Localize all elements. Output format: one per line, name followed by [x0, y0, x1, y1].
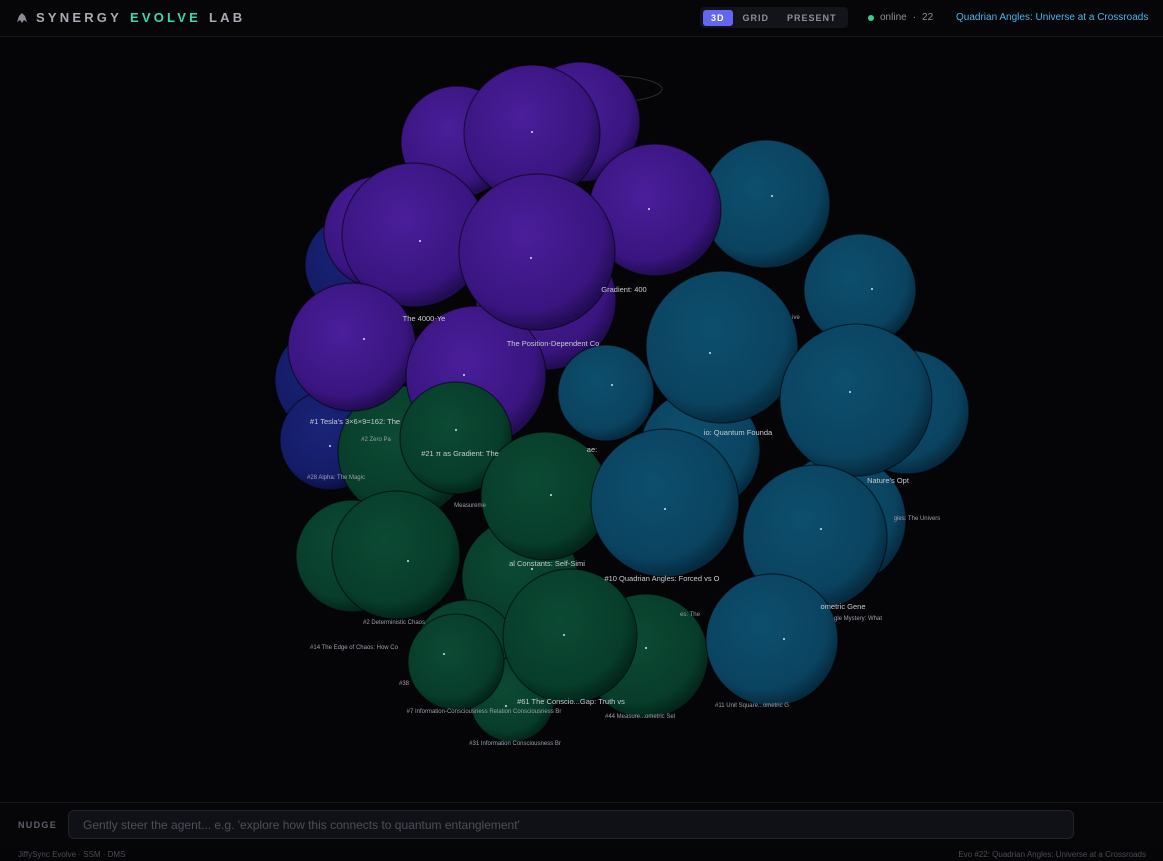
node-spark	[663, 507, 667, 511]
current-evolution-link[interactable]: Quadrian Angles: Universe at a Crossroad…	[956, 12, 1148, 23]
node-spark	[644, 646, 648, 650]
footer-current-evo: Evo #22: Quadrian Angles: Universe at a …	[958, 850, 1146, 859]
teal-node-sphere[interactable]	[557, 344, 655, 442]
node-label[interactable]: ometric Gene	[820, 602, 865, 611]
brand-word-3: LAB	[208, 10, 246, 25]
node-spark	[610, 383, 614, 387]
node-spark	[562, 633, 566, 637]
node-label[interactable]: gle Mystery: What	[834, 616, 882, 622]
node-label[interactable]: Gradient: 400	[601, 285, 646, 294]
node-label[interactable]: Nature's Opt	[867, 476, 910, 485]
evolution-count: 22	[922, 12, 934, 23]
purple-node-sphere[interactable]	[287, 282, 417, 412]
node-label[interactable]: The Position-Dependent Co	[507, 339, 600, 348]
brand-word-2: EVOLVE	[129, 10, 201, 25]
node-label[interactable]: ae:	[587, 445, 597, 454]
node-spark	[782, 637, 786, 641]
mode-grid-button[interactable]: GRID	[735, 10, 778, 26]
online-indicator-icon	[868, 14, 874, 21]
node-label[interactable]: es: The	[680, 612, 701, 618]
nudge-label: NUDGE	[18, 820, 58, 830]
mode-3d-button[interactable]: 3D	[703, 9, 733, 26]
nudge-input[interactable]	[68, 810, 1074, 839]
node-spark	[647, 207, 651, 211]
node-label[interactable]: #44 Measure...ometric Sel	[605, 714, 675, 720]
graph-3d-canvas[interactable]: The 4000-Ye Gradient: 400 The Position-Dep…	[0, 37, 1163, 801]
node-label[interactable]: #7 Information-Consciousness Relation Co…	[407, 709, 562, 715]
node-label[interactable]: Measureme	[454, 503, 486, 509]
node-label[interactable]: gles: The Univers	[894, 516, 941, 522]
node-spark	[328, 444, 332, 448]
node-spark	[870, 287, 874, 291]
node-label[interactable]: #31 Information Consciousness Br	[469, 741, 561, 747]
node-spark	[819, 527, 823, 531]
teal-node-sphere[interactable]	[705, 573, 839, 707]
node-label[interactable]: al Constants: Self-Simi	[509, 559, 585, 568]
green-node-sphere[interactable]	[331, 490, 461, 620]
mode-present-button[interactable]: PRESENT	[779, 10, 845, 26]
brand: SYNERGY EVOLVE LAB	[16, 10, 245, 25]
status-separator: ·	[912, 12, 917, 23]
node-label[interactable]: #21 π as Gradient: The	[421, 449, 499, 458]
brand-word-1: SYNERGY	[36, 10, 122, 25]
node-label[interactable]: #1 Tesla's 3×6×9=162: The	[310, 417, 400, 426]
node-label[interactable]: The 4000-Ye	[403, 314, 446, 323]
purple-node-sphere[interactable]	[458, 173, 616, 331]
nudge-bar: NUDGE	[0, 802, 1163, 847]
node-spark	[530, 130, 534, 134]
green-node-sphere[interactable]	[407, 613, 505, 711]
node-label[interactable]: #2 Deterministic Chaos	[363, 620, 425, 626]
teal-node-sphere[interactable]	[779, 323, 933, 477]
node-label[interactable]: #2 Zero Pa	[361, 437, 391, 443]
node-spark	[708, 351, 712, 355]
node-label[interactable]: #38	[399, 681, 410, 687]
node-spark	[462, 373, 466, 377]
node-label[interactable]: #28 Alpha: The Magic	[307, 475, 365, 481]
node-label[interactable]: ive	[792, 315, 800, 321]
view-mode-toggle: 3D GRID PRESENT	[700, 7, 848, 28]
node-label[interactable]: #10 Quadrian Angles: Forced vs O	[604, 574, 719, 583]
teal-node-sphere[interactable]	[590, 428, 740, 578]
node-label[interactable]: #61 The Conscio...Gap: Truth vs	[517, 697, 625, 706]
node-label[interactable]: #11 Unit Square...ometric G	[715, 703, 789, 709]
top-bar: SYNERGY EVOLVE LAB 3D GRID PRESENT onlin…	[0, 0, 1163, 37]
node-spark	[418, 239, 422, 243]
node-label[interactable]: #14 The Edge of Chaos: How Co	[310, 645, 399, 651]
node-spark	[529, 256, 533, 260]
atom-logo-icon	[17, 12, 27, 23]
status-text: online	[880, 12, 907, 23]
node-spark	[549, 493, 553, 497]
green-node-sphere[interactable]	[502, 568, 638, 704]
node-spark	[442, 652, 446, 656]
node-spark	[504, 704, 508, 708]
teal-node-sphere[interactable]	[645, 270, 799, 424]
node-spark	[770, 194, 774, 198]
node-label[interactable]: io: Quantum Founda	[704, 428, 773, 437]
footer-credits: JiffySync Evolve · SSM · DMS	[18, 850, 126, 859]
node-spark	[406, 559, 410, 563]
node-spark	[454, 428, 458, 432]
node-spark	[848, 390, 852, 394]
node-spark	[530, 567, 534, 571]
node-cluster[interactable]: The 4000-Ye Gradient: 400 The Position-Dep…	[0, 37, 1163, 801]
connection-status: online · 22	[868, 12, 933, 23]
node-spark	[362, 337, 366, 341]
